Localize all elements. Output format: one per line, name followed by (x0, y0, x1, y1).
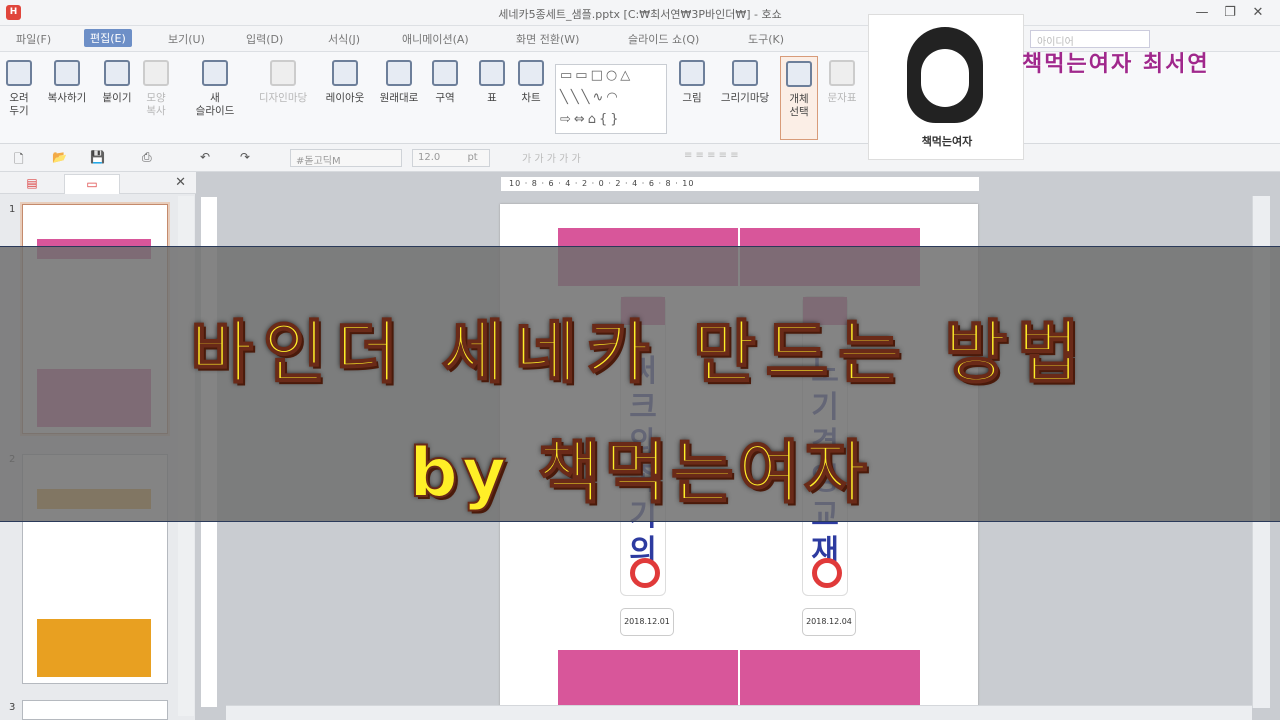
open-folder-icon[interactable]: 📂 (52, 150, 67, 164)
design-icon (270, 60, 296, 86)
picture-yard-label: 그리기마당 (720, 92, 770, 104)
section-button[interactable]: 구역 (420, 56, 470, 140)
object-select-button[interactable]: 개체 선택 (780, 56, 818, 140)
undo-icon[interactable]: ↶ (200, 150, 210, 164)
brush-icon (143, 60, 169, 86)
format-copy-label: 모양 복사 (146, 92, 166, 117)
redo-icon[interactable]: ↷ (240, 150, 250, 164)
thumb-footer (37, 619, 151, 677)
copy-button[interactable]: 복사하기 (40, 56, 94, 140)
save-icon[interactable]: 💾 (90, 150, 105, 164)
badge-caption: 책먹는여자 (921, 135, 973, 148)
scissors-icon (6, 60, 32, 86)
chart-label: 차트 (521, 92, 541, 104)
window-title: 세네카5종세트_샘플.pptx [C:₩최서연₩3P바인더₩] - 호쇼 (498, 8, 782, 21)
target-icon (630, 558, 660, 588)
menu-transition[interactable]: 화면 전환(W) (516, 31, 579, 47)
new-slide-button[interactable]: 새 슬라이드 (190, 56, 240, 140)
copy-label: 복사하기 (47, 92, 87, 104)
slide-number-1: 1 (9, 204, 16, 215)
section-label: 구역 (435, 92, 455, 104)
date-label-right: 2018.12.04 (802, 608, 856, 636)
chart-icon (518, 60, 544, 86)
picture-label: 그림 (682, 92, 702, 104)
text-symbol-label: 문자표 (827, 92, 857, 104)
layout-button[interactable]: 레이아웃 (318, 56, 372, 140)
picture-yard-icon (732, 60, 758, 86)
section-icon (432, 60, 458, 86)
table-icon (479, 60, 505, 86)
paste-label: 붙이기 (102, 92, 132, 104)
object-select-label: 개체 선택 (789, 93, 809, 118)
tab-outline[interactable]: ▤ (4, 174, 60, 194)
select-icon (786, 61, 812, 87)
menu-file[interactable]: 파일(F) (16, 31, 51, 47)
panel-close-button[interactable]: ✕ (175, 175, 186, 190)
tab-slides[interactable]: ▭ (64, 174, 120, 194)
restore-button[interactable]: ❐ (1220, 4, 1240, 22)
paste-icon (104, 60, 130, 86)
menu-insert[interactable]: 입력(D) (246, 31, 283, 47)
font-size-field[interactable]: 12.0 pt (412, 149, 490, 167)
avatar-face (921, 49, 969, 107)
cut-label: 오려 두기 (9, 92, 29, 117)
text-style-icons[interactable]: 가 가 가 가 가 (522, 150, 581, 165)
new-slide-label: 새 슬라이드 (195, 92, 235, 117)
format-copy-button[interactable]: 모양 복사 (132, 56, 180, 140)
layout-label: 레이아웃 (325, 92, 365, 104)
reset-button[interactable]: 원래대로 (372, 56, 426, 140)
design-button[interactable]: 디자인마당 (250, 56, 316, 140)
font-size-value: 12.0 (418, 152, 441, 163)
video-caption-banner: 바인더 세네카 만드는 방법 by 책먹는여자 (0, 246, 1280, 522)
title-bar: H 세네카5종세트_샘플.pptx [C:₩최서연₩3P바인더₩] - 호쇼 —… (0, 0, 1280, 26)
channel-brand-text: 책먹는여자 최서연 (1022, 52, 1210, 77)
horizontal-ruler: 10 · 8 · 6 · 4 · 2 · 0 · 2 · 4 · 6 · 8 ·… (500, 176, 980, 192)
panel-tabs: ▤ ▭ ✕ (0, 172, 196, 194)
date-label-left: 2018.12.01 (620, 608, 674, 636)
design-label: 디자인마당 (258, 92, 308, 104)
quick-access-bar: 🗋 📂 💾 ⎙ ↶ ↷ #돋고딕M 12.0 pt 가 가 가 가 가 ≡ ≡ … (0, 144, 1280, 172)
cut-button[interactable]: 오려 두기 (0, 56, 42, 140)
caption-line-1: 바인더 세네카 만드는 방법 (189, 313, 1090, 394)
shapes-gallery[interactable]: ▭▭□○△ ╲╲╲∿◠ ⇨⇔⌂{} (555, 64, 667, 134)
slide-number-3: 3 (9, 702, 16, 713)
menu-animation[interactable]: 애니메이션(A) (402, 31, 469, 47)
symbol-icon (829, 60, 855, 86)
caption-line-2: by 책먹는여자 (408, 433, 871, 514)
picture-button[interactable]: 그림 (670, 56, 714, 140)
new-slide-icon (202, 60, 228, 86)
menu-slideshow[interactable]: 슬라이드 쇼(Q) (628, 31, 699, 47)
copy-icon (54, 60, 80, 86)
minimize-button[interactable]: — (1192, 4, 1212, 22)
close-button[interactable]: ✕ (1248, 4, 1268, 22)
menu-view[interactable]: 보기(U) (168, 31, 205, 47)
reset-label: 원래대로 (379, 92, 419, 104)
target-icon (812, 558, 842, 588)
menu-tools[interactable]: 도구(K) (748, 31, 784, 47)
picture-yard-button[interactable]: 그리기마당 (712, 56, 778, 140)
chart-button[interactable]: 차트 (508, 56, 554, 140)
table-label: 표 (487, 92, 497, 104)
layout-icon (332, 60, 358, 86)
font-select[interactable]: #돋고딕M (290, 149, 402, 167)
align-icons[interactable]: ≡ ≡ ≡ ≡ ≡ (684, 150, 739, 161)
text-symbol-button[interactable]: 문자표 (820, 56, 864, 140)
new-document-icon[interactable]: 🗋 (14, 150, 24, 171)
horizontal-scrollbar[interactable] (226, 705, 1252, 720)
menu-edit[interactable]: 편집(E) (84, 29, 132, 47)
channel-badge: 책먹는여자 (868, 14, 1024, 160)
slide-thumbnail-3[interactable] (22, 700, 168, 720)
font-size-unit: pt (467, 152, 478, 163)
print-icon[interactable]: ⎙ (142, 150, 152, 165)
menu-format[interactable]: 서식(J) (328, 31, 360, 47)
reset-icon (386, 60, 412, 86)
picture-icon (679, 60, 705, 86)
